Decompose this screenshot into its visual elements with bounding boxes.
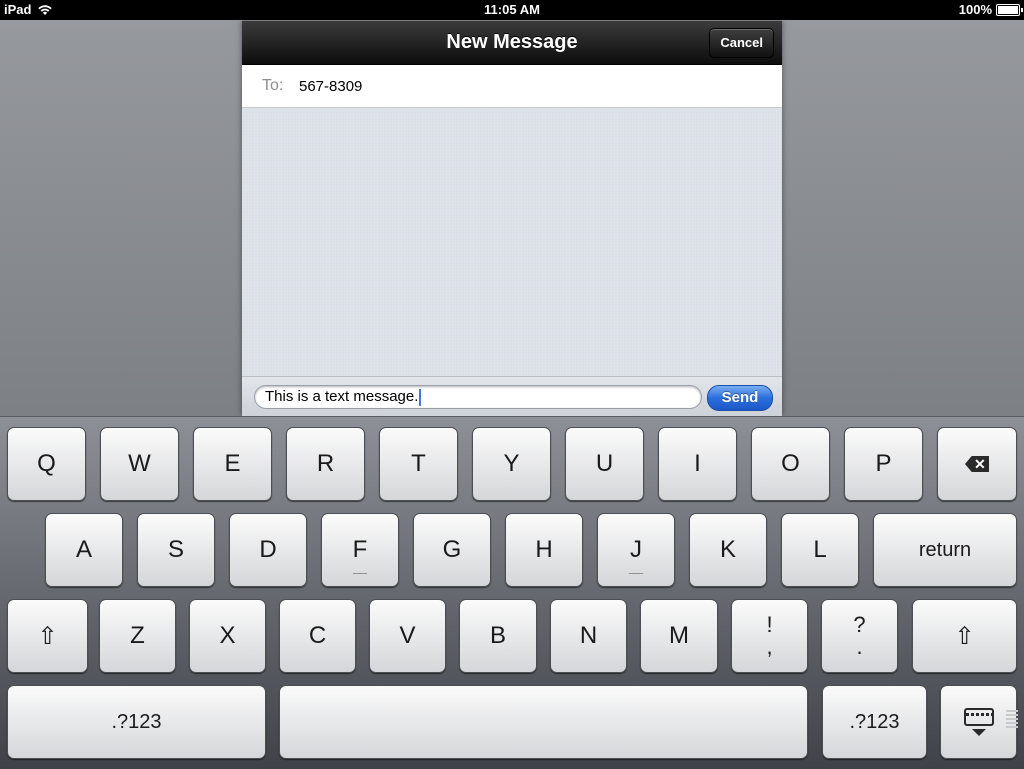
delete-backspace-icon: ✕ bbox=[965, 456, 989, 472]
key-i[interactable]: I bbox=[658, 427, 737, 501]
shift-icon: ⇧ bbox=[954, 622, 975, 650]
to-field-row[interactable]: To: 567-8309 bbox=[242, 65, 782, 108]
text-caret bbox=[419, 388, 422, 406]
key-x[interactable]: X bbox=[189, 599, 266, 673]
right-shift-key[interactable]: ⇧ bbox=[912, 599, 1017, 673]
key-v[interactable]: V bbox=[369, 599, 446, 673]
key-z[interactable]: Z bbox=[99, 599, 176, 673]
key-a[interactable]: A bbox=[45, 513, 123, 587]
key-q[interactable]: Q bbox=[7, 427, 86, 501]
navigation-bar: New Message Cancel bbox=[242, 21, 782, 65]
key-h[interactable]: H bbox=[505, 513, 583, 587]
key-w[interactable]: W bbox=[100, 427, 179, 501]
delete-key[interactable]: ✕ bbox=[937, 427, 1017, 501]
key-d[interactable]: D bbox=[229, 513, 307, 587]
numbers-key-right[interactable]: .?123 bbox=[822, 685, 927, 759]
battery-percent: 100% bbox=[958, 2, 992, 17]
key-f[interactable]: F bbox=[321, 513, 399, 587]
key-b[interactable]: B bbox=[459, 599, 537, 673]
message-text: This is a text message. bbox=[265, 388, 419, 405]
key-c[interactable]: C bbox=[279, 599, 356, 673]
key-exclamation-label: ! bbox=[766, 612, 773, 637]
key-r[interactable]: R bbox=[286, 427, 365, 501]
key-n[interactable]: N bbox=[550, 599, 627, 673]
key-t[interactable]: T bbox=[379, 427, 458, 501]
keyboard-grabber[interactable] bbox=[1006, 710, 1018, 730]
key-y[interactable]: Y bbox=[472, 427, 551, 501]
keyboard: Q W E R T Y U I O P ✕ A S D F G H J K L … bbox=[0, 416, 1024, 769]
keyboard-dismiss-icon bbox=[963, 708, 994, 736]
key-s[interactable]: S bbox=[137, 513, 215, 587]
numbers-key-left[interactable]: .?123 bbox=[7, 685, 266, 759]
key-period-label: . bbox=[856, 634, 863, 659]
space-bar[interactable] bbox=[279, 685, 808, 759]
key-question-label: ? bbox=[853, 612, 866, 637]
status-time: 11:05 AM bbox=[484, 2, 540, 17]
key-g[interactable]: G bbox=[413, 513, 491, 587]
cancel-button[interactable]: Cancel bbox=[709, 28, 774, 58]
return-key[interactable]: return bbox=[873, 513, 1017, 587]
send-button[interactable]: Send bbox=[707, 385, 773, 411]
key-e[interactable]: E bbox=[193, 427, 272, 501]
key-l[interactable]: L bbox=[781, 513, 859, 587]
left-shift-key[interactable]: ⇧ bbox=[7, 599, 88, 673]
status-bar: iPad 11:05 AM 100% bbox=[0, 0, 1024, 20]
key-o[interactable]: O bbox=[751, 427, 830, 501]
compose-bar: This is a text message. Send bbox=[242, 376, 782, 417]
key-u[interactable]: U bbox=[565, 427, 644, 501]
to-label: To: bbox=[262, 77, 284, 94]
key-m[interactable]: M bbox=[640, 599, 718, 673]
status-right: 100% bbox=[958, 2, 1023, 17]
shift-icon: ⇧ bbox=[37, 622, 58, 650]
key-j[interactable]: J bbox=[597, 513, 675, 587]
key-k[interactable]: K bbox=[689, 513, 767, 587]
key-comma-label: , bbox=[766, 634, 773, 659]
message-input[interactable]: This is a text message. bbox=[254, 385, 702, 409]
recipient-field[interactable]: 567-8309 bbox=[299, 78, 362, 95]
key-p[interactable]: P bbox=[844, 427, 923, 501]
conversation-area[interactable] bbox=[242, 108, 782, 376]
battery-icon bbox=[996, 3, 1023, 16]
new-message-sheet: New Message Cancel To: 567-8309 This is … bbox=[242, 21, 782, 417]
sheet-title: New Message bbox=[446, 31, 578, 53]
key-exclamation-comma[interactable]: ! , bbox=[731, 599, 808, 673]
key-question-period[interactable]: ? . bbox=[821, 599, 898, 673]
